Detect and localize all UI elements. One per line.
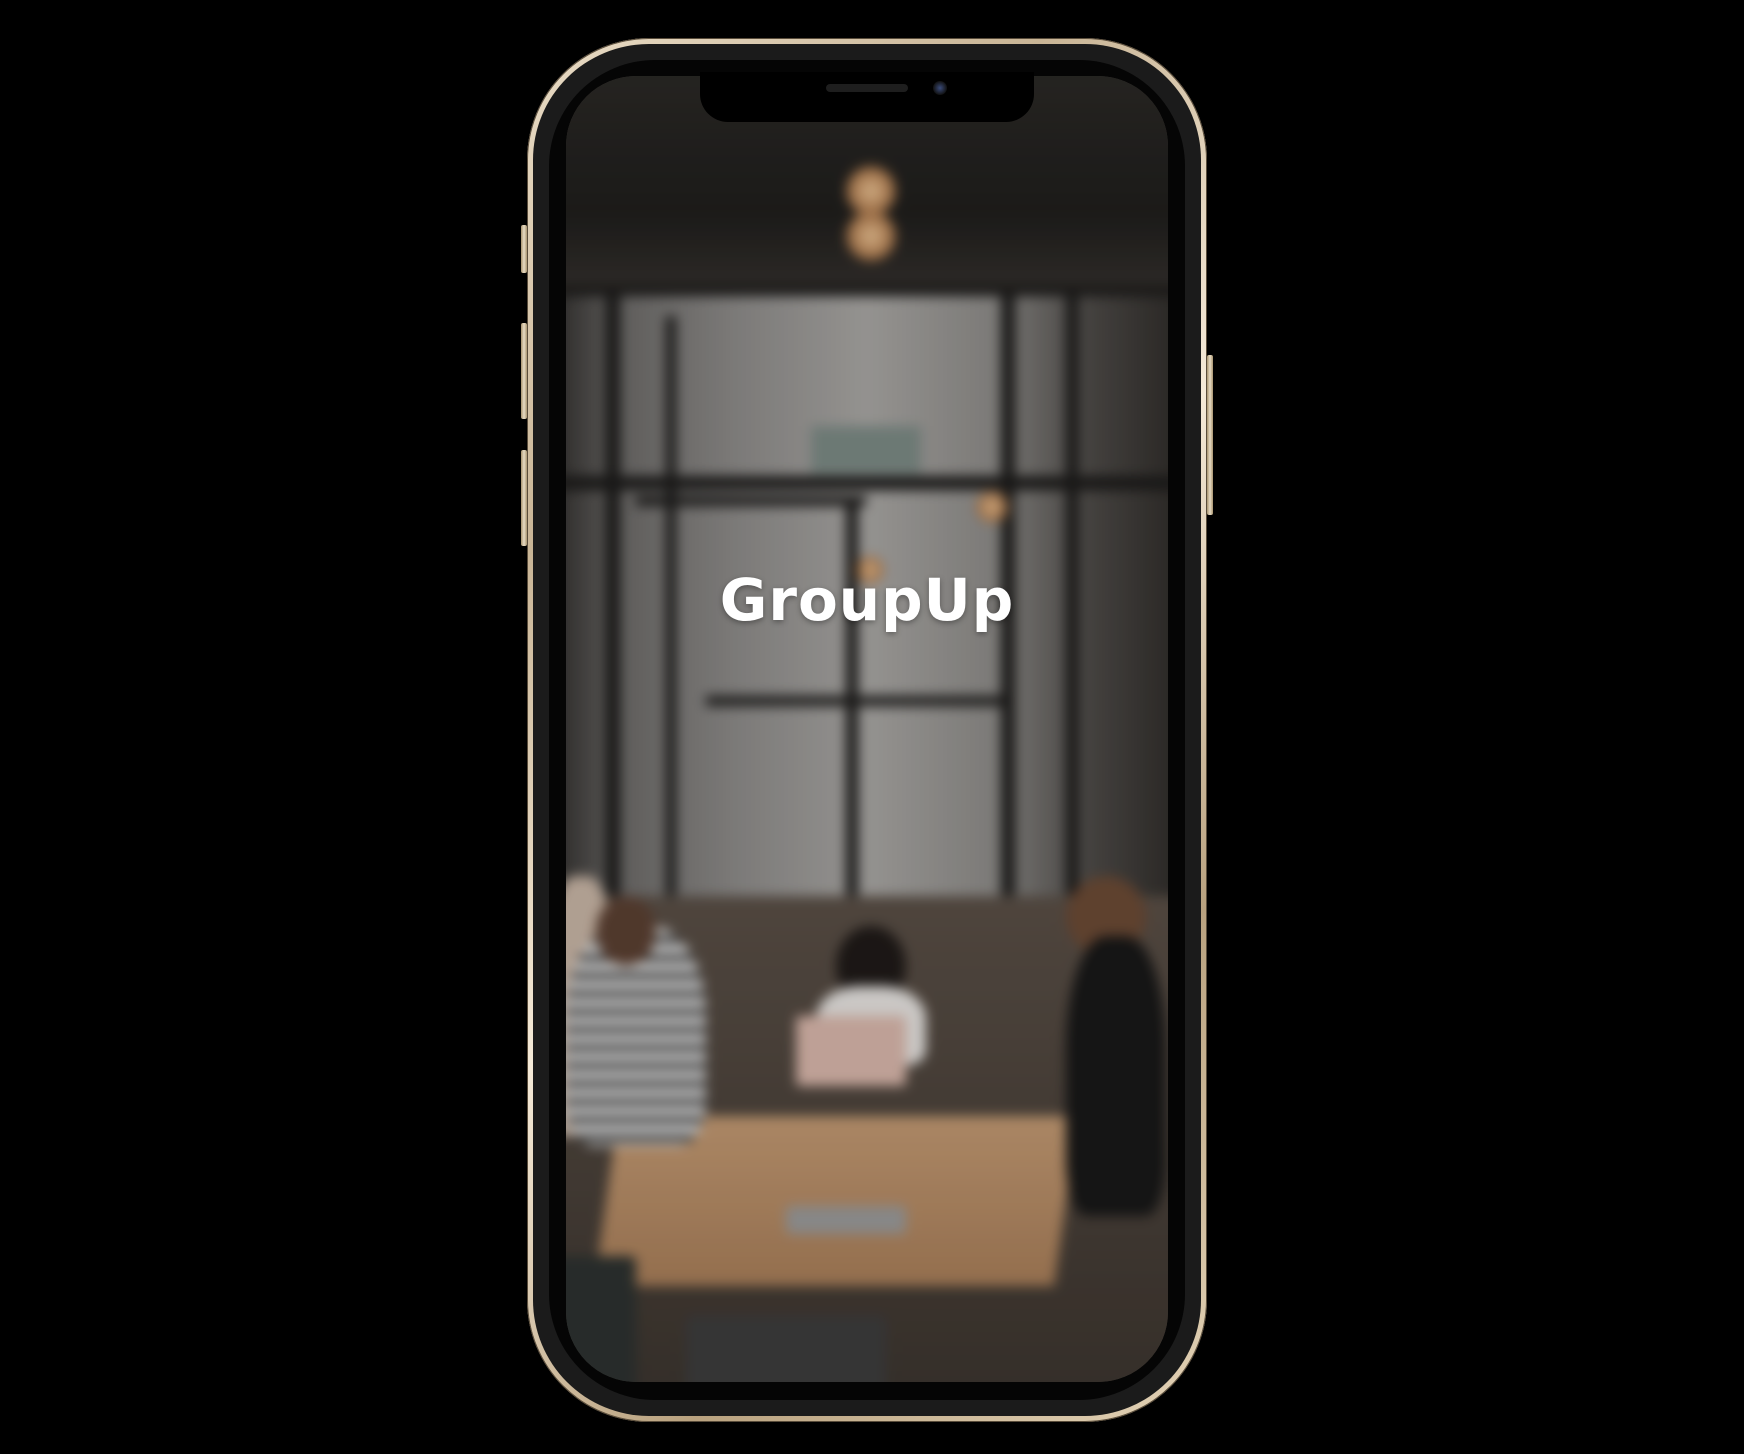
app-screen[interactable] xyxy=(566,76,1168,1382)
power-button xyxy=(1207,355,1213,515)
earpiece-speaker xyxy=(826,84,908,92)
front-camera-icon xyxy=(933,81,947,95)
phone-notch xyxy=(700,72,1034,122)
background-dim-overlay xyxy=(566,76,1168,1382)
device-mockup-stage: GroupUp xyxy=(0,0,1744,1454)
app-title: GroupUp xyxy=(719,566,1015,634)
